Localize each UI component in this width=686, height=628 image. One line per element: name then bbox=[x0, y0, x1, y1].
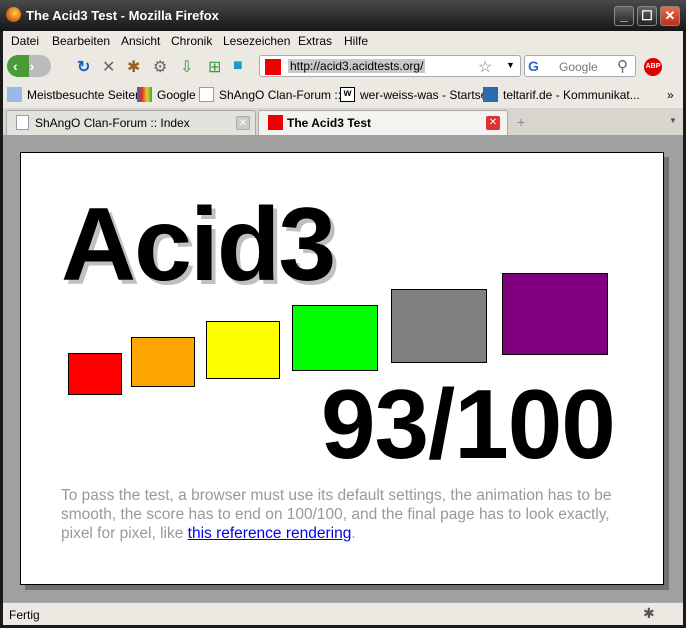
tab-label: The Acid3 Test bbox=[287, 116, 372, 130]
stop-icon[interactable]: ✕ bbox=[102, 57, 115, 77]
menu-datei[interactable]: Datei bbox=[11, 34, 39, 48]
square-gray bbox=[391, 289, 487, 363]
most-visited-icon bbox=[7, 87, 22, 102]
url-input[interactable]: http://acid3.acidtests.org/ bbox=[288, 59, 426, 73]
download-icon[interactable]: ⇩ bbox=[180, 57, 193, 77]
back-forward-buttons[interactable]: ‹ › bbox=[7, 55, 51, 77]
add-icon[interactable]: ⊞ bbox=[208, 57, 221, 77]
bookmark-item[interactable]: Meistbesuchte Seiten bbox=[27, 88, 142, 102]
reload-icon[interactable]: ↻ bbox=[77, 57, 90, 77]
firebug-status-icon[interactable]: ✱ bbox=[643, 605, 655, 622]
search-bar[interactable]: G Google ⚲ bbox=[524, 55, 636, 77]
firefox-logo-icon bbox=[6, 7, 21, 22]
bookmark-item[interactable]: Google bbox=[157, 88, 196, 102]
menu-hilfe[interactable]: Hilfe bbox=[344, 34, 368, 48]
firebug-icon[interactable]: ✱ bbox=[127, 57, 140, 77]
tab-shango-forum[interactable]: ShAngO Clan-Forum :: Index ✕ bbox=[6, 110, 256, 135]
page-icon bbox=[16, 115, 29, 130]
minimize-button[interactable]: _ bbox=[614, 6, 634, 26]
tab-list-button[interactable]: ▼ bbox=[669, 116, 677, 125]
score: 93/100 bbox=[321, 369, 616, 479]
title-bar: The Acid3 Test - Mozilla Firefox _ ☐ ✕ bbox=[0, 0, 686, 31]
status-text: Fertig bbox=[9, 608, 40, 622]
adblock-icon[interactable]: ABP bbox=[644, 58, 662, 76]
back-icon[interactable]: ‹ bbox=[13, 58, 18, 74]
menu-ansicht[interactable]: Ansicht bbox=[121, 34, 160, 48]
close-tab-icon[interactable]: ✕ bbox=[486, 116, 500, 130]
acid3-page: Acid3 93/100 To pass the test, a browser… bbox=[20, 152, 664, 585]
menu-lesezeichen[interactable]: Lesezeichen bbox=[223, 34, 290, 48]
page-icon bbox=[199, 87, 214, 102]
google-engine-icon[interactable]: G bbox=[528, 58, 539, 74]
square-purple bbox=[502, 273, 608, 355]
teltarif-icon bbox=[483, 87, 498, 102]
wer-weiss-was-icon: w bbox=[340, 87, 355, 102]
period: . bbox=[351, 525, 356, 542]
gear-icon[interactable]: ⚙ bbox=[153, 57, 167, 77]
url-dropdown-icon[interactable]: ▼ bbox=[506, 60, 515, 70]
bookmark-item[interactable]: teltarif.de - Kommunikat... bbox=[503, 88, 640, 102]
bookmark-item[interactable]: wer-weiss-was - Startse... bbox=[360, 88, 497, 102]
close-tab-icon[interactable]: ✕ bbox=[236, 116, 250, 130]
search-input[interactable]: Google bbox=[559, 60, 598, 74]
navigation-toolbar: ‹ › ↻ ✕ ✱ ⚙ ⇩ ⊞ ■ http://acid3.acidtests.… bbox=[3, 52, 683, 83]
new-tab-button[interactable]: + bbox=[517, 114, 525, 130]
content-area: Acid3 93/100 To pass the test, a browser… bbox=[3, 135, 683, 602]
bookmark-item[interactable]: ShAngO Clan-Forum :: ... bbox=[219, 88, 354, 102]
close-button[interactable]: ✕ bbox=[660, 6, 680, 26]
reference-rendering-link[interactable]: this reference rendering bbox=[188, 525, 352, 542]
acid3-favicon bbox=[268, 115, 283, 130]
square-orange bbox=[131, 337, 195, 387]
menu-bearbeiten[interactable]: Bearbeiten bbox=[52, 34, 110, 48]
site-favicon bbox=[265, 59, 281, 75]
status-bar: Fertig ✱ bbox=[3, 602, 683, 625]
maximize-button[interactable]: ☐ bbox=[637, 6, 657, 26]
square-red bbox=[68, 353, 122, 395]
window-title: The Acid3 Test - Mozilla Firefox bbox=[26, 8, 219, 23]
bookmark-star-icon[interactable]: ☆ bbox=[478, 57, 492, 77]
menu-extras[interactable]: Extras bbox=[298, 34, 332, 48]
menu-chronik[interactable]: Chronik bbox=[171, 34, 212, 48]
menu-bar: Datei Bearbeiten Ansicht Chronik Lesezei… bbox=[3, 31, 683, 51]
acid3-heading: Acid3 bbox=[61, 187, 336, 303]
tab-acid3-test[interactable]: The Acid3 Test ✕ bbox=[258, 110, 508, 135]
folder-icon[interactable]: ■ bbox=[233, 57, 243, 77]
square-yellow bbox=[206, 321, 280, 379]
square-lime bbox=[292, 305, 378, 371]
google-icon bbox=[137, 87, 152, 102]
url-bar[interactable]: http://acid3.acidtests.org/ ☆ ▼ bbox=[259, 55, 521, 77]
instructions-text: To pass the test, a browser must use its… bbox=[61, 486, 631, 543]
tab-label: ShAngO Clan-Forum :: Index bbox=[35, 116, 190, 130]
bookmarks-toolbar: Meistbesuchte Seiten Google ShAngO Clan-… bbox=[3, 84, 683, 106]
forward-icon[interactable]: › bbox=[30, 58, 35, 74]
tab-bar: ShAngO Clan-Forum :: Index ✕ The Acid3 T… bbox=[3, 108, 683, 135]
bookmarks-overflow-button[interactable]: » bbox=[667, 88, 674, 102]
search-icon[interactable]: ⚲ bbox=[617, 57, 628, 75]
